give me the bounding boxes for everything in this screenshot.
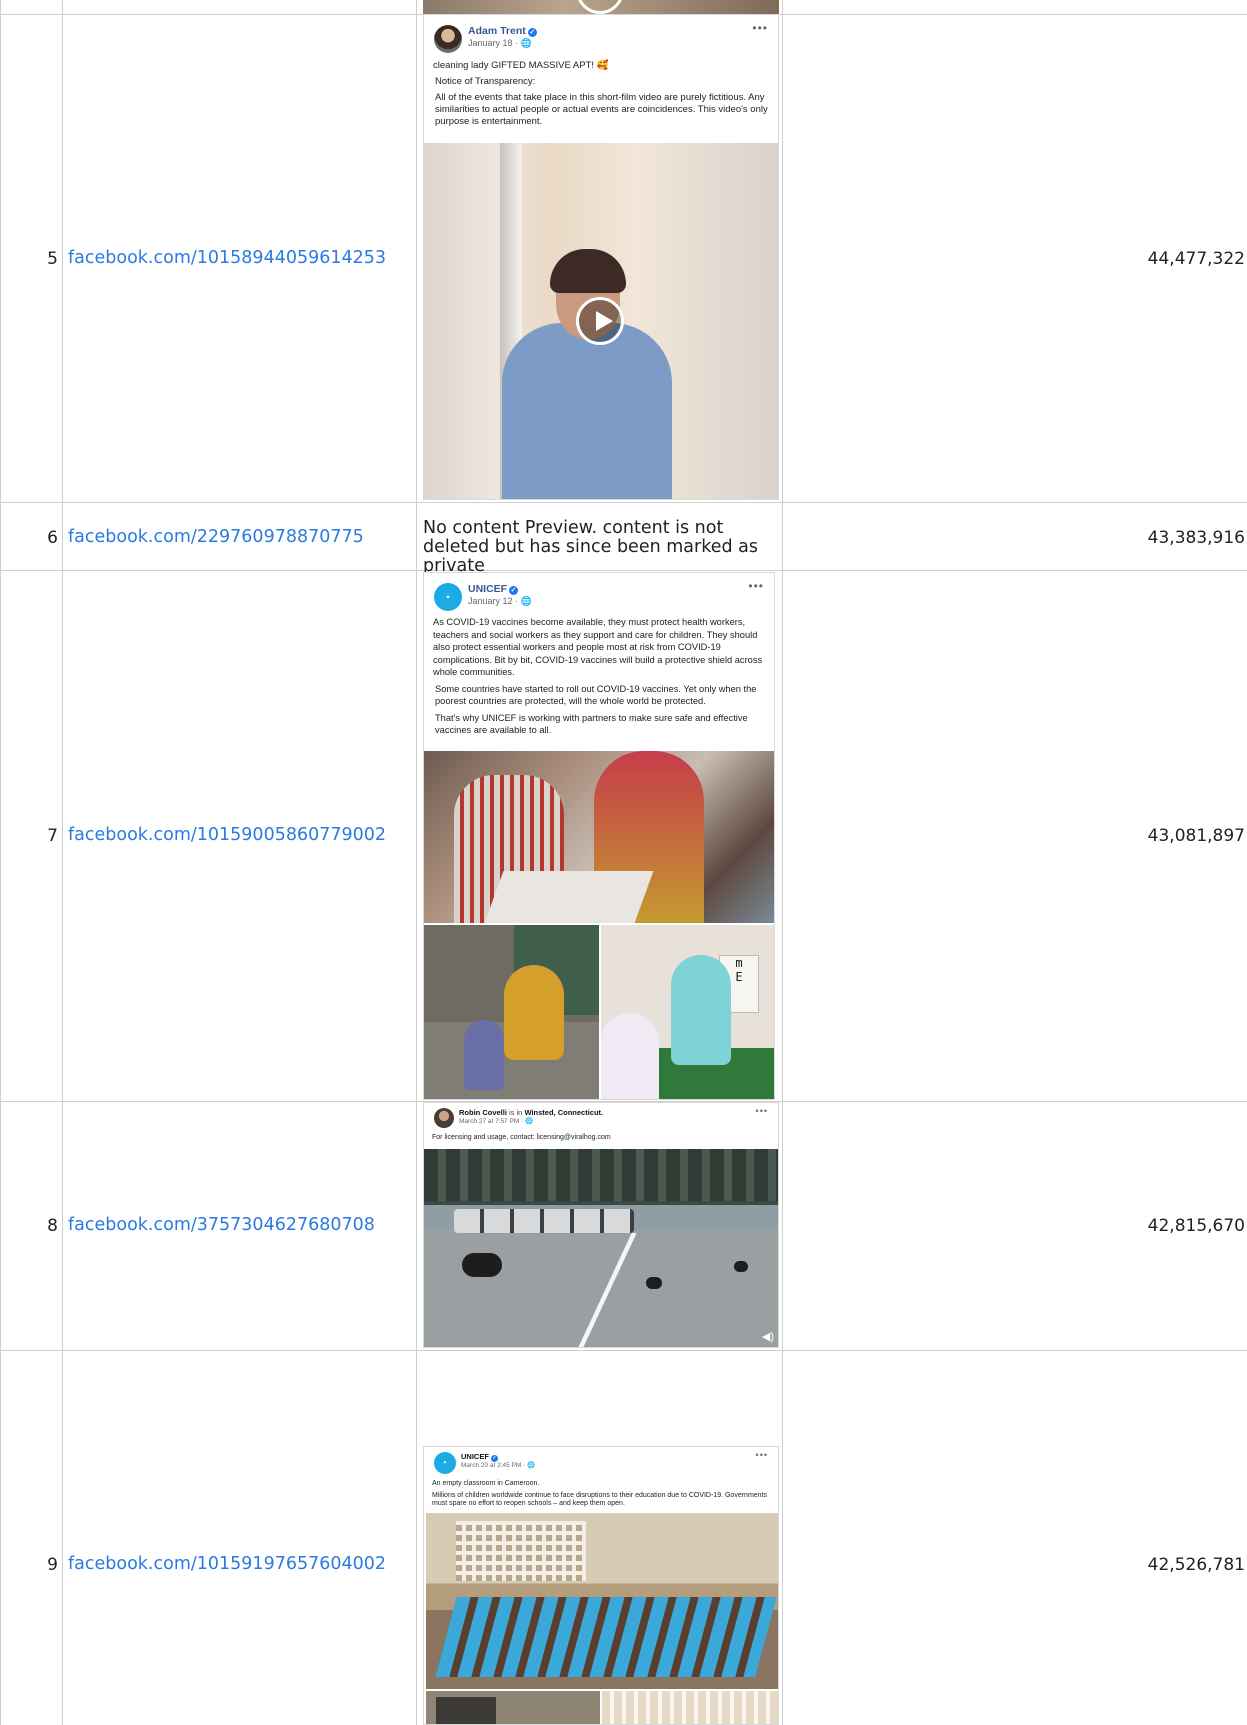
trees xyxy=(424,1149,778,1201)
post-text: cleaning lady GIFTED MASSIVE APT! 🥰 xyxy=(433,60,609,71)
rank-cell: 8 xyxy=(47,1216,58,1236)
avatar[interactable]: ✦ xyxy=(434,1452,456,1474)
views-cell: 44,477,322 xyxy=(1147,249,1245,269)
post-photo-classroom-floor[interactable] xyxy=(424,925,599,1099)
bear xyxy=(462,1253,502,1277)
play-icon[interactable] xyxy=(576,297,624,345)
no-preview-message: No content Preview. content is not delet… xyxy=(423,518,758,576)
grid-line-h5 xyxy=(0,1350,1247,1351)
more-options-icon[interactable]: ••• xyxy=(756,1106,768,1116)
grid-line-v4 xyxy=(782,0,783,1725)
more-options-icon[interactable]: ••• xyxy=(756,1450,768,1460)
bear-cub xyxy=(734,1261,748,1272)
verified-badge-icon: ✓ xyxy=(509,586,519,595)
is-in-text: is in xyxy=(509,1108,523,1117)
author-name[interactable]: UNICEF xyxy=(461,1452,489,1461)
rank-cell: 6 xyxy=(47,528,58,548)
post-date[interactable]: March 27 at 7:57 PM · 🌐 xyxy=(459,1118,603,1126)
grid-line-v2 xyxy=(62,0,63,1725)
blue-chairs xyxy=(435,1597,777,1677)
grid-line-v1 xyxy=(0,0,1,1725)
post-link[interactable]: facebook.com/229760978870775 xyxy=(68,527,364,547)
grid-line-v3 xyxy=(416,0,417,1725)
post-text: Some countries have started to roll out … xyxy=(435,683,757,707)
rank-cell: 9 xyxy=(47,1555,58,1575)
views-cell: 42,815,670 xyxy=(1147,1216,1245,1236)
nurse-figure xyxy=(671,955,731,1065)
post-photo-chalkboard[interactable] xyxy=(426,1691,600,1724)
post-text: Notice of Transparency: xyxy=(435,76,536,87)
views-cell: 42,526,781 xyxy=(1147,1555,1245,1575)
girl-figure xyxy=(601,1013,659,1099)
location-name[interactable]: Winsted, Connecticut. xyxy=(524,1108,603,1117)
more-options-icon[interactable]: ••• xyxy=(748,579,764,593)
post-link[interactable]: facebook.com/10158944059614253 xyxy=(68,248,386,268)
person-hair xyxy=(550,249,626,293)
post-preview-unicef-vaccines[interactable]: ✦ UNICEF ✓ January 12 · 🌐 ••• As COVID-19… xyxy=(423,572,775,1100)
cars xyxy=(454,1209,634,1233)
child-figure xyxy=(464,1020,504,1090)
avatar[interactable]: ✦ xyxy=(434,583,462,611)
views-cell: 43,081,897 xyxy=(1147,826,1245,846)
post-date[interactable]: January 18 · 🌐 xyxy=(468,38,537,49)
post-text: An empty classroom in Cameroon. xyxy=(432,1480,540,1487)
post-photo-clinic[interactable] xyxy=(424,751,774,923)
post-photo-eye-chart[interactable]: mE xyxy=(601,925,774,1099)
post-photo-window-wall[interactable] xyxy=(602,1691,778,1724)
previous-post-video-fragment xyxy=(423,0,779,14)
author-name[interactable]: Adam Trent xyxy=(468,25,526,37)
rank-cell: 5 xyxy=(47,249,58,269)
grid-line-h2 xyxy=(0,502,1247,503)
chalkboard xyxy=(436,1697,496,1724)
post-link[interactable]: facebook.com/10159005860779002 xyxy=(68,825,386,845)
post-text: Millions of children worldwide continue … xyxy=(432,1491,768,1508)
person-body xyxy=(502,323,672,499)
more-options-icon[interactable]: ••• xyxy=(752,21,768,35)
author-name[interactable]: Robin Covelli xyxy=(459,1108,507,1117)
post-link[interactable]: facebook.com/10159197657604002 xyxy=(68,1554,386,1574)
post-photo-empty-classroom[interactable] xyxy=(426,1513,778,1689)
road-line xyxy=(566,1233,637,1347)
post-preview-robin-covelli[interactable]: Robin Covelli is in Winsted, Connecticut… xyxy=(423,1102,779,1348)
post-video-thumbnail[interactable] xyxy=(424,143,778,499)
rank-cell: 7 xyxy=(47,826,58,846)
verified-badge-icon: ✓ xyxy=(527,28,537,37)
post-text: As COVID-19 vaccines become available, t… xyxy=(433,617,763,677)
post-date[interactable]: January 12 · 🌐 xyxy=(468,596,532,607)
post-text: All of the events that take place in thi… xyxy=(435,92,768,127)
avatar[interactable] xyxy=(434,1108,454,1128)
post-video-bears-crossing[interactable]: ◀) xyxy=(424,1149,778,1347)
desk-papers xyxy=(484,871,654,923)
speaker-icon[interactable]: ◀) xyxy=(762,1330,774,1343)
window-grid xyxy=(456,1521,586,1581)
author-name[interactable]: UNICEF xyxy=(468,583,507,595)
post-preview-unicef-classroom[interactable]: ✦ UNICEF ✓ March 20 at 2:45 PM · 🌐 ••• An… xyxy=(423,1446,779,1725)
bear-cub xyxy=(646,1277,662,1289)
play-icon[interactable] xyxy=(576,0,624,14)
verified-badge-icon: ✓ xyxy=(490,1455,498,1462)
post-text: For licensing and usage, contact: licens… xyxy=(432,1134,611,1141)
avatar[interactable] xyxy=(434,25,462,53)
views-cell: 43,383,916 xyxy=(1147,528,1245,548)
post-link[interactable]: facebook.com/3757304627680708 xyxy=(68,1215,375,1235)
post-preview-adam-trent[interactable]: Adam Trent ✓ January 18 · 🌐 ••• cleaning … xyxy=(423,14,779,500)
post-text: That's why UNICEF is working with partne… xyxy=(435,712,748,736)
teacher-figure xyxy=(504,965,564,1060)
post-date[interactable]: March 20 at 2:45 PM · 🌐 xyxy=(461,1462,535,1470)
